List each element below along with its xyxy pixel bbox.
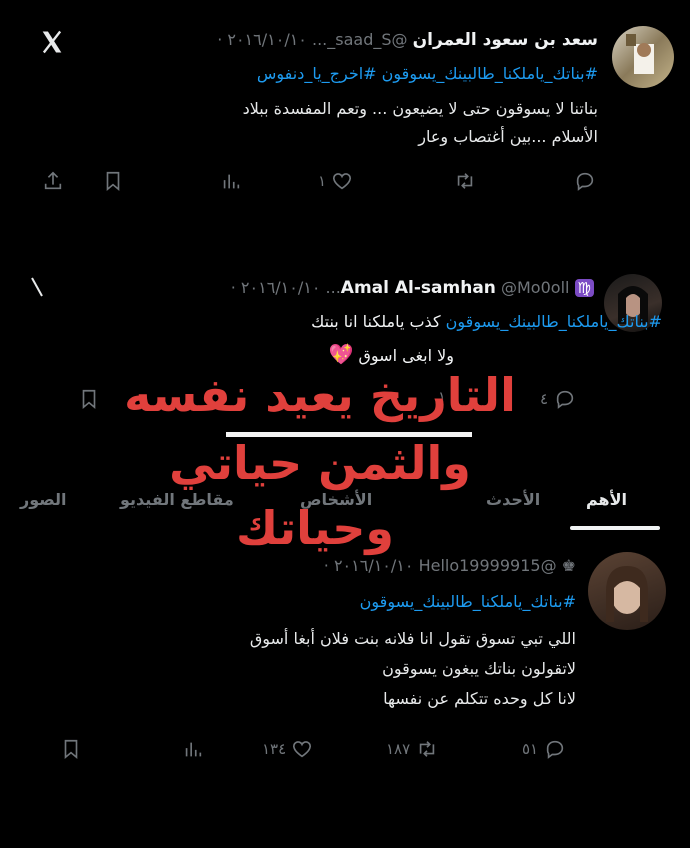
author-name[interactable]: سعد بن سعود العمران xyxy=(413,30,598,50)
heart-icon xyxy=(293,741,312,758)
tweet-text-line-1: بناتنا لا يسوقون حتى لا يضيعون ... وتعم … xyxy=(242,99,598,118)
tweet-date: ٢٠١٦/١٠/١٠ · xyxy=(217,30,307,49)
active-tab-indicator xyxy=(570,526,660,530)
reply-count: ٥١ xyxy=(522,740,539,758)
bookmark-button[interactable] xyxy=(102,170,124,192)
share-button[interactable] xyxy=(42,170,64,192)
tweet-text-line-1: اللي تبي تسوق تقول انا فلانه بنت فلان أب… xyxy=(249,629,576,648)
views-icon xyxy=(185,742,202,757)
reply-button[interactable] xyxy=(572,170,598,192)
retweet-icon xyxy=(457,173,473,189)
tweet-3[interactable]: ♚ @Hello19999915 ٢٠١٦/١٠/١٠ · #بناتك_يام… xyxy=(0,540,690,780)
reply-button[interactable]: ٥١ xyxy=(522,738,568,760)
author-handle: @Hello19999915 xyxy=(418,556,557,575)
bookmark-icon xyxy=(106,171,120,192)
tab-photos[interactable]: الصور xyxy=(20,490,67,509)
avatar[interactable] xyxy=(612,26,674,88)
views-button[interactable] xyxy=(220,170,242,192)
views-icon xyxy=(223,174,240,189)
avatar[interactable] xyxy=(588,552,666,630)
bookmark-button[interactable] xyxy=(60,738,82,760)
crown-icon: ♚ xyxy=(561,556,576,575)
bookmark-icon xyxy=(82,389,96,410)
tab-top[interactable]: الأهم xyxy=(586,490,627,509)
tweet-text-line-2: لاتقولون بناتك يبغون يسوقون xyxy=(382,659,576,678)
tweet-text-line-3: لانا كل وحده تتكلم عن نفسها xyxy=(383,689,576,708)
author-name[interactable]: Amal Al-samhan xyxy=(341,278,496,298)
x-logo-icon[interactable] xyxy=(38,28,66,56)
bookmark-button[interactable] xyxy=(78,388,100,410)
tweet-date: ٢٠١٦/١٠/١٠ · xyxy=(323,556,414,575)
retweet-button[interactable] xyxy=(452,170,478,192)
tweet-text-line-2: الأسلام ...بين أغتصاب وعار xyxy=(418,127,598,146)
retweet-icon xyxy=(419,741,435,757)
share-icon xyxy=(44,171,62,190)
tweet-hashtag[interactable]: #بناتك_ياملكنا_طالبينك_يسوقون xyxy=(76,592,576,611)
reply-button[interactable]: ٤ xyxy=(540,388,578,410)
reply-icon xyxy=(556,390,574,409)
bookmark-icon xyxy=(64,739,78,760)
like-count: ١ xyxy=(318,172,327,190)
tweet-1[interactable]: سعد بن سعود العمران @saad_S_... ٢٠١٦/١٠/… xyxy=(0,0,690,220)
overlay-line-2: والثمن حياتي xyxy=(169,436,471,490)
like-count: ١٣٤ xyxy=(262,740,287,758)
tweet-hashtag[interactable]: #بناتك_ياملكنا_طالبينك_يسوقون xyxy=(446,312,662,331)
tweet-hashtags[interactable]: #بناتك_ياملكنا_طالبينك_يسوقون #اخرج_يا_د… xyxy=(38,64,598,83)
views-button[interactable] xyxy=(182,738,204,760)
tweet-date: ٢٠١٦/١٠/١٠ · xyxy=(230,278,321,297)
like-button[interactable]: ١ xyxy=(318,170,354,192)
sparkling-heart-emoji: 💖 xyxy=(328,342,354,366)
tab-latest[interactable]: الأحدث xyxy=(486,490,540,509)
author-handle: @saad_S_... xyxy=(311,30,408,49)
reply-icon xyxy=(546,740,564,759)
verified-badge: ♍ xyxy=(574,279,594,297)
reply-icon xyxy=(576,172,594,191)
overlay-line-1: التاريخ يعيد نفسه xyxy=(124,368,516,422)
tweet-text-line-2: ولا ابغى اسوق xyxy=(358,346,454,365)
tweet-text-line-1: كذب ياملكنا انا بنتك xyxy=(311,312,441,331)
reply-count: ٤ xyxy=(540,390,549,408)
retweet-button[interactable]: ١٨٧ xyxy=(386,738,440,760)
like-button[interactable]: ١٣٤ xyxy=(262,738,314,760)
retweet-count: ١٨٧ xyxy=(386,740,411,758)
heart-icon xyxy=(333,173,352,190)
